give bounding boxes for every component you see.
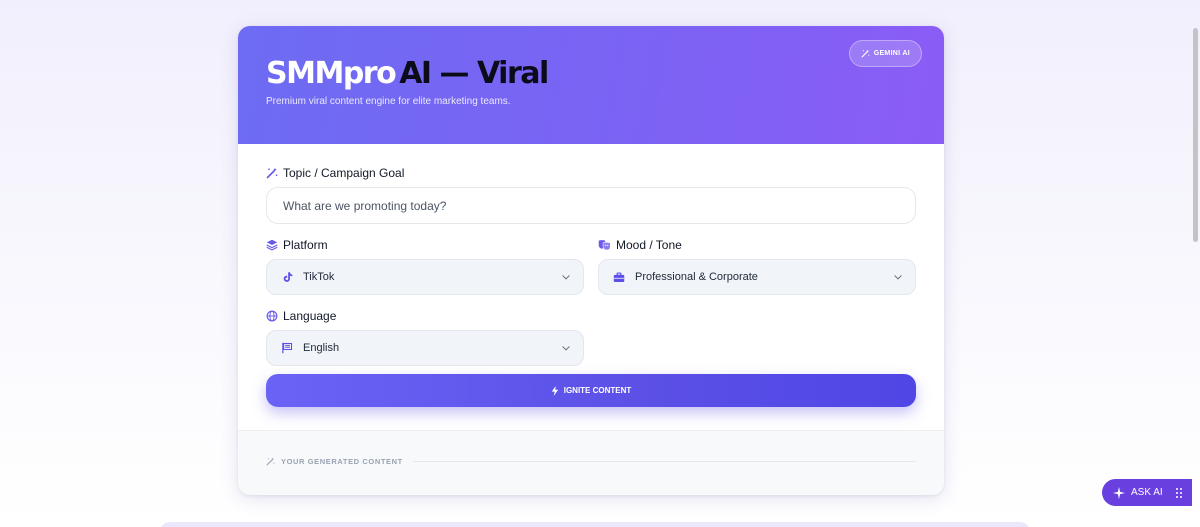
generated-content-label: YOUR GENERATED CONTENT <box>281 457 403 466</box>
magic-wand-icon <box>266 457 275 466</box>
chevron-down-icon <box>562 346 570 351</box>
mood-selected-value: Professional & Corporate <box>635 271 758 283</box>
ignite-content-label: IGNITE CONTENT <box>563 386 632 395</box>
generated-content-header: YOUR GENERATED CONTENT <box>266 457 916 466</box>
chevron-down-icon <box>894 275 902 280</box>
flag-icon <box>281 342 293 354</box>
ask-ai-button[interactable]: ASK AI <box>1102 479 1192 506</box>
platform-label: Platform <box>266 238 584 252</box>
language-field: Language English <box>266 309 584 366</box>
mood-label: Mood / Tone <box>598 238 916 252</box>
platform-selected-value: TikTok <box>303 271 335 283</box>
magic-wand-icon <box>266 167 278 179</box>
topic-input[interactable] <box>266 187 916 224</box>
sparkle-icon <box>1113 486 1125 499</box>
ask-ai-label: ASK AI <box>1131 487 1163 498</box>
title-pro: pro <box>342 56 397 91</box>
magic-wand-icon <box>861 49 870 58</box>
briefcase-icon <box>613 271 625 283</box>
chevron-down-icon <box>562 275 570 280</box>
language-selected-value: English <box>303 342 340 354</box>
page-scrollbar[interactable] <box>1193 28 1198 242</box>
theater-masks-icon <box>598 240 611 251</box>
topic-label: Topic / Campaign Goal <box>266 166 916 180</box>
generated-content-section: YOUR GENERATED CONTENT <box>238 430 944 495</box>
page-subtitle: Premium viral content engine for elite m… <box>266 96 511 107</box>
page-title: SMMpro AI — Viral <box>266 54 916 94</box>
divider-line <box>412 461 916 462</box>
platform-label-text: Platform <box>283 238 328 252</box>
gemini-badge-label: GEMINI AI <box>873 50 910 57</box>
drag-handle-icon[interactable] <box>1175 487 1183 499</box>
language-label-text: Language <box>283 309 337 323</box>
layers-icon <box>266 239 278 251</box>
ignite-content-button[interactable]: IGNITE CONTENT <box>266 374 916 407</box>
next-section-peek <box>160 522 1030 527</box>
mood-select[interactable]: Professional & Corporate <box>598 259 916 295</box>
language-label: Language <box>266 309 584 323</box>
lightning-bolt-icon <box>551 385 558 396</box>
title-smm: SMM <box>266 56 344 91</box>
platform-select[interactable]: TikTok <box>266 259 584 295</box>
platform-field: Platform TikTok <box>266 238 584 295</box>
title-ai-viral: AI — Viral <box>399 56 549 91</box>
language-select[interactable]: English <box>266 330 584 366</box>
generator-card: SMMpro AI — Viral Premium viral content e… <box>238 26 944 495</box>
topic-label-text: Topic / Campaign Goal <box>283 166 405 180</box>
card-header: SMMpro AI — Viral Premium viral content e… <box>238 26 944 144</box>
gemini-badge: GEMINI AI <box>848 40 922 67</box>
tiktok-icon <box>281 271 293 283</box>
globe-icon <box>266 310 278 322</box>
mood-label-text: Mood / Tone <box>616 238 682 252</box>
content-form: Topic / Campaign Goal Platform TikTok <box>238 144 944 430</box>
mood-field: Mood / Tone Professional & Corporate <box>598 238 916 295</box>
